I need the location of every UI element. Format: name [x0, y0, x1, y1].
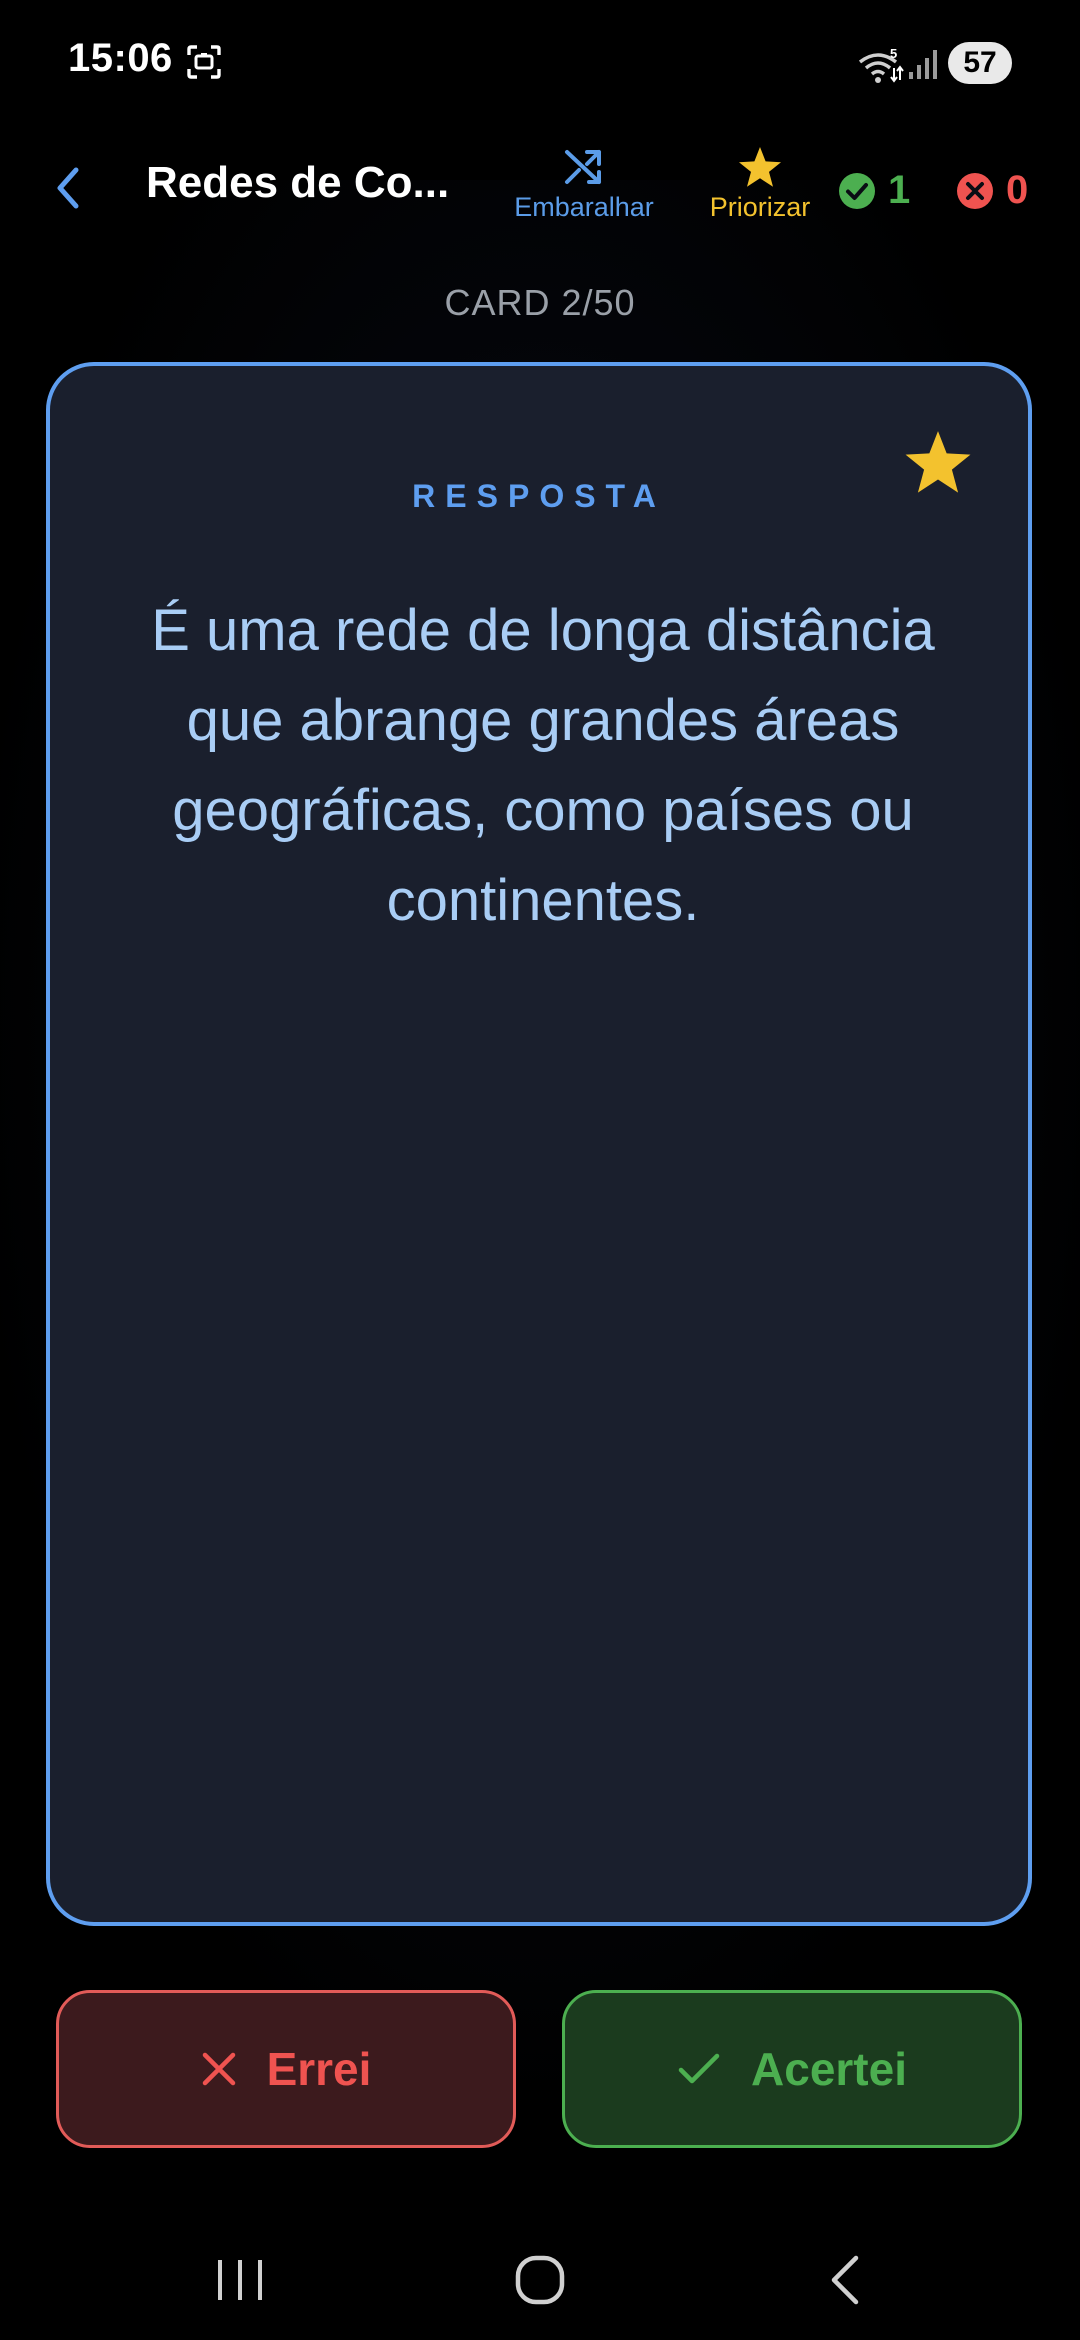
card-counter: CARD 2/50: [444, 282, 636, 323]
prioritize-label: Priorizar: [709, 192, 811, 222]
shuffle-label: Embaralhar: [514, 192, 654, 222]
signal-icon: [909, 50, 937, 79]
wifi-icon: 5: [858, 46, 904, 83]
correct-score: 1: [838, 168, 910, 213]
card-answer-text: É uma rede de longa distância que abrang…: [151, 598, 935, 933]
wrong-answer-label: Errei: [266, 2043, 372, 2095]
star-icon: [739, 147, 781, 187]
back-button[interactable]: [40, 158, 96, 218]
wrong-score: 0: [956, 168, 1028, 213]
correct-answer-label: Acertei: [751, 2043, 907, 2095]
status-bar: 15:06 5 57: [0, 0, 1080, 128]
shuffle-button[interactable]: Embaralhar: [508, 146, 660, 223]
battery-indicator: 57: [948, 42, 1012, 84]
battery-level: 57: [963, 46, 997, 79]
flashcard[interactable]: RESPOSTA É uma rede de longa distância q…: [46, 362, 1032, 1926]
prioritize-button[interactable]: Priorizar: [700, 146, 820, 223]
wrong-count: 0: [1006, 168, 1029, 212]
x-circle-icon: [957, 172, 993, 209]
check-circle-icon: [839, 172, 875, 209]
card-side-label: RESPOSTA: [412, 478, 666, 514]
wrong-answer-button[interactable]: Errei: [56, 1990, 516, 2148]
system-nav-bar: [0, 2220, 1080, 2340]
check-icon: [678, 2053, 720, 2084]
correct-answer-button[interactable]: Acertei: [562, 1990, 1022, 2148]
correct-count: 1: [888, 168, 911, 212]
recents-icon[interactable]: [214, 2256, 266, 2304]
app-bar: Redes de Co... Embaralhar Priorizar 1 0: [0, 128, 1080, 248]
screenshot-icon: [187, 45, 221, 79]
wifi-badge: 5: [890, 46, 897, 61]
deck-title: Redes de Co...: [146, 158, 450, 207]
chevron-left-icon: [57, 167, 79, 209]
shuffle-icon: [565, 150, 601, 184]
close-icon: [202, 2052, 235, 2086]
nav-back-icon[interactable]: [824, 2254, 868, 2306]
home-icon[interactable]: [514, 2254, 566, 2306]
status-time: 15:06: [68, 36, 173, 80]
